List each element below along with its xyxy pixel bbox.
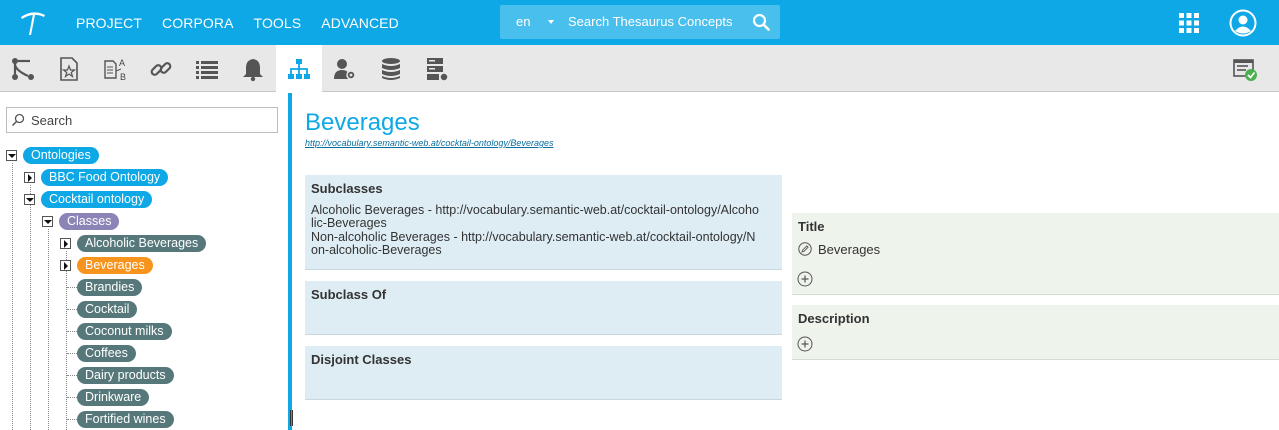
- page-title: Beverages: [305, 109, 420, 136]
- collapse-toggle[interactable]: [6, 150, 17, 161]
- database-icon[interactable]: [368, 45, 414, 92]
- description-section: Description: [792, 305, 1279, 360]
- bell-icon[interactable]: [230, 45, 276, 92]
- tree-search-field[interactable]: Search: [6, 107, 278, 133]
- sitemap-icon[interactable]: [276, 45, 322, 93]
- tree-node-class: Brandies: [60, 279, 260, 296]
- subclass-entry[interactable]: lic-Beverages: [311, 217, 779, 230]
- section-title: Subclasses: [311, 181, 383, 196]
- list-icon[interactable]: [184, 45, 230, 92]
- chevron-down-icon[interactable]: [548, 20, 554, 24]
- view-toolbar: AB: [0, 45, 1279, 93]
- section-title: Subclass Of: [311, 287, 387, 302]
- link-icon[interactable]: [138, 45, 184, 92]
- tree-label[interactable]: Classes: [59, 213, 120, 230]
- apps-grid-icon[interactable]: [1179, 13, 1199, 33]
- svg-text:B: B: [120, 72, 126, 82]
- tree-node-ontology: BBC Food Ontology: [24, 169, 224, 186]
- class-detail-panel: Beverages http://vocabulary.semantic-web…: [292, 93, 1279, 430]
- collapse-toggle[interactable]: [24, 194, 35, 205]
- user-settings-icon[interactable]: [322, 45, 368, 92]
- tree-label[interactable]: Fortified wines: [77, 411, 174, 428]
- pencil-icon[interactable]: [798, 242, 812, 256]
- tree-node-class: Fortified wines: [60, 411, 260, 428]
- logo-icon[interactable]: [18, 8, 48, 38]
- nav-corpora[interactable]: CORPORA: [162, 15, 234, 31]
- nav-project[interactable]: PROJECT: [76, 15, 142, 31]
- svg-text:A: A: [119, 58, 125, 68]
- tree-connector: [30, 185, 31, 430]
- add-icon[interactable]: [797, 271, 813, 287]
- subclasses-section: Subclasses Alcoholic Beverages - http://…: [305, 175, 782, 270]
- tree-label[interactable]: BBC Food Ontology: [41, 169, 169, 186]
- search-input[interactable]: Search Thesaurus Concepts: [568, 14, 733, 29]
- tree-label[interactable]: Coffees: [77, 345, 136, 362]
- tree-node-ontologies: Ontologies: [6, 147, 206, 164]
- tree-label[interactable]: Cocktail ontology: [41, 191, 153, 208]
- tree-node-class: Coconut milks: [60, 323, 260, 340]
- translate-ab-icon[interactable]: AB: [92, 45, 138, 92]
- tree-label[interactable]: Alcoholic Beverages: [77, 235, 207, 252]
- tree-label[interactable]: Brandies: [77, 279, 143, 296]
- section-title: Description: [798, 311, 870, 326]
- tree-connector: [48, 229, 49, 430]
- tree-search-input[interactable]: Search: [31, 113, 72, 128]
- tree-label[interactable]: Cocktail: [77, 301, 138, 318]
- status-check-icon[interactable]: [1222, 45, 1268, 92]
- expand-toggle[interactable]: [24, 172, 35, 183]
- server-icon[interactable]: [414, 45, 460, 92]
- tree-node-class: Dairy products: [60, 367, 260, 384]
- title-section: Title Beverages: [792, 213, 1279, 295]
- tree-connector: [12, 163, 13, 430]
- tree-node-class: Cocktail: [60, 301, 260, 318]
- class-uri-link[interactable]: http://vocabulary.semantic-web.at/cockta…: [305, 138, 553, 148]
- tree-node-class: Drinkware: [60, 389, 260, 406]
- ontology-tree-panel: Search Ontologies BBC Food Ontology Cock…: [0, 93, 286, 430]
- title-value[interactable]: Beverages: [818, 242, 880, 257]
- tree-label[interactable]: Dairy products: [77, 367, 174, 384]
- expand-toggle[interactable]: [60, 238, 71, 249]
- concept-search: en Search Thesaurus Concepts: [500, 5, 780, 39]
- nav-tools[interactable]: TOOLS: [254, 15, 302, 31]
- search-icon[interactable]: [752, 13, 770, 31]
- tree-node-classes: Classes: [42, 213, 242, 230]
- tree-node-class: Alcoholic Beverages: [60, 235, 260, 252]
- tree-node-class-selected: Beverages: [60, 257, 260, 274]
- tree-label[interactable]: Beverages: [77, 257, 153, 274]
- hierarchy-branch-icon[interactable]: [0, 45, 46, 92]
- language-select[interactable]: en: [516, 14, 530, 29]
- tree-label[interactable]: Coconut milks: [77, 323, 172, 340]
- tree-label[interactable]: Ontologies: [23, 147, 99, 164]
- expand-toggle[interactable]: [60, 260, 71, 271]
- nav-advanced[interactable]: ADVANCED: [321, 15, 399, 31]
- main-nav: PROJECT CORPORA TOOLS ADVANCED: [76, 0, 419, 45]
- subclass-entry[interactable]: on-alcoholic-Beverages: [311, 244, 779, 257]
- tree-label[interactable]: Drinkware: [77, 389, 150, 406]
- document-star-icon[interactable]: [46, 45, 92, 92]
- section-title: Title: [798, 219, 825, 234]
- disjoint-classes-section: Disjoint Classes: [305, 346, 782, 400]
- subclass-of-section: Subclass Of: [305, 281, 782, 335]
- tree-node-class: Coffees: [60, 345, 260, 362]
- section-title: Disjoint Classes: [311, 352, 412, 367]
- search-icon: [11, 113, 25, 127]
- collapse-toggle[interactable]: [42, 216, 53, 227]
- top-bar: PROJECT CORPORA TOOLS ADVANCED en Search…: [0, 0, 1279, 45]
- user-icon[interactable]: [1229, 9, 1257, 37]
- tree-node-ontology: Cocktail ontology: [24, 191, 224, 208]
- add-icon[interactable]: [797, 336, 813, 352]
